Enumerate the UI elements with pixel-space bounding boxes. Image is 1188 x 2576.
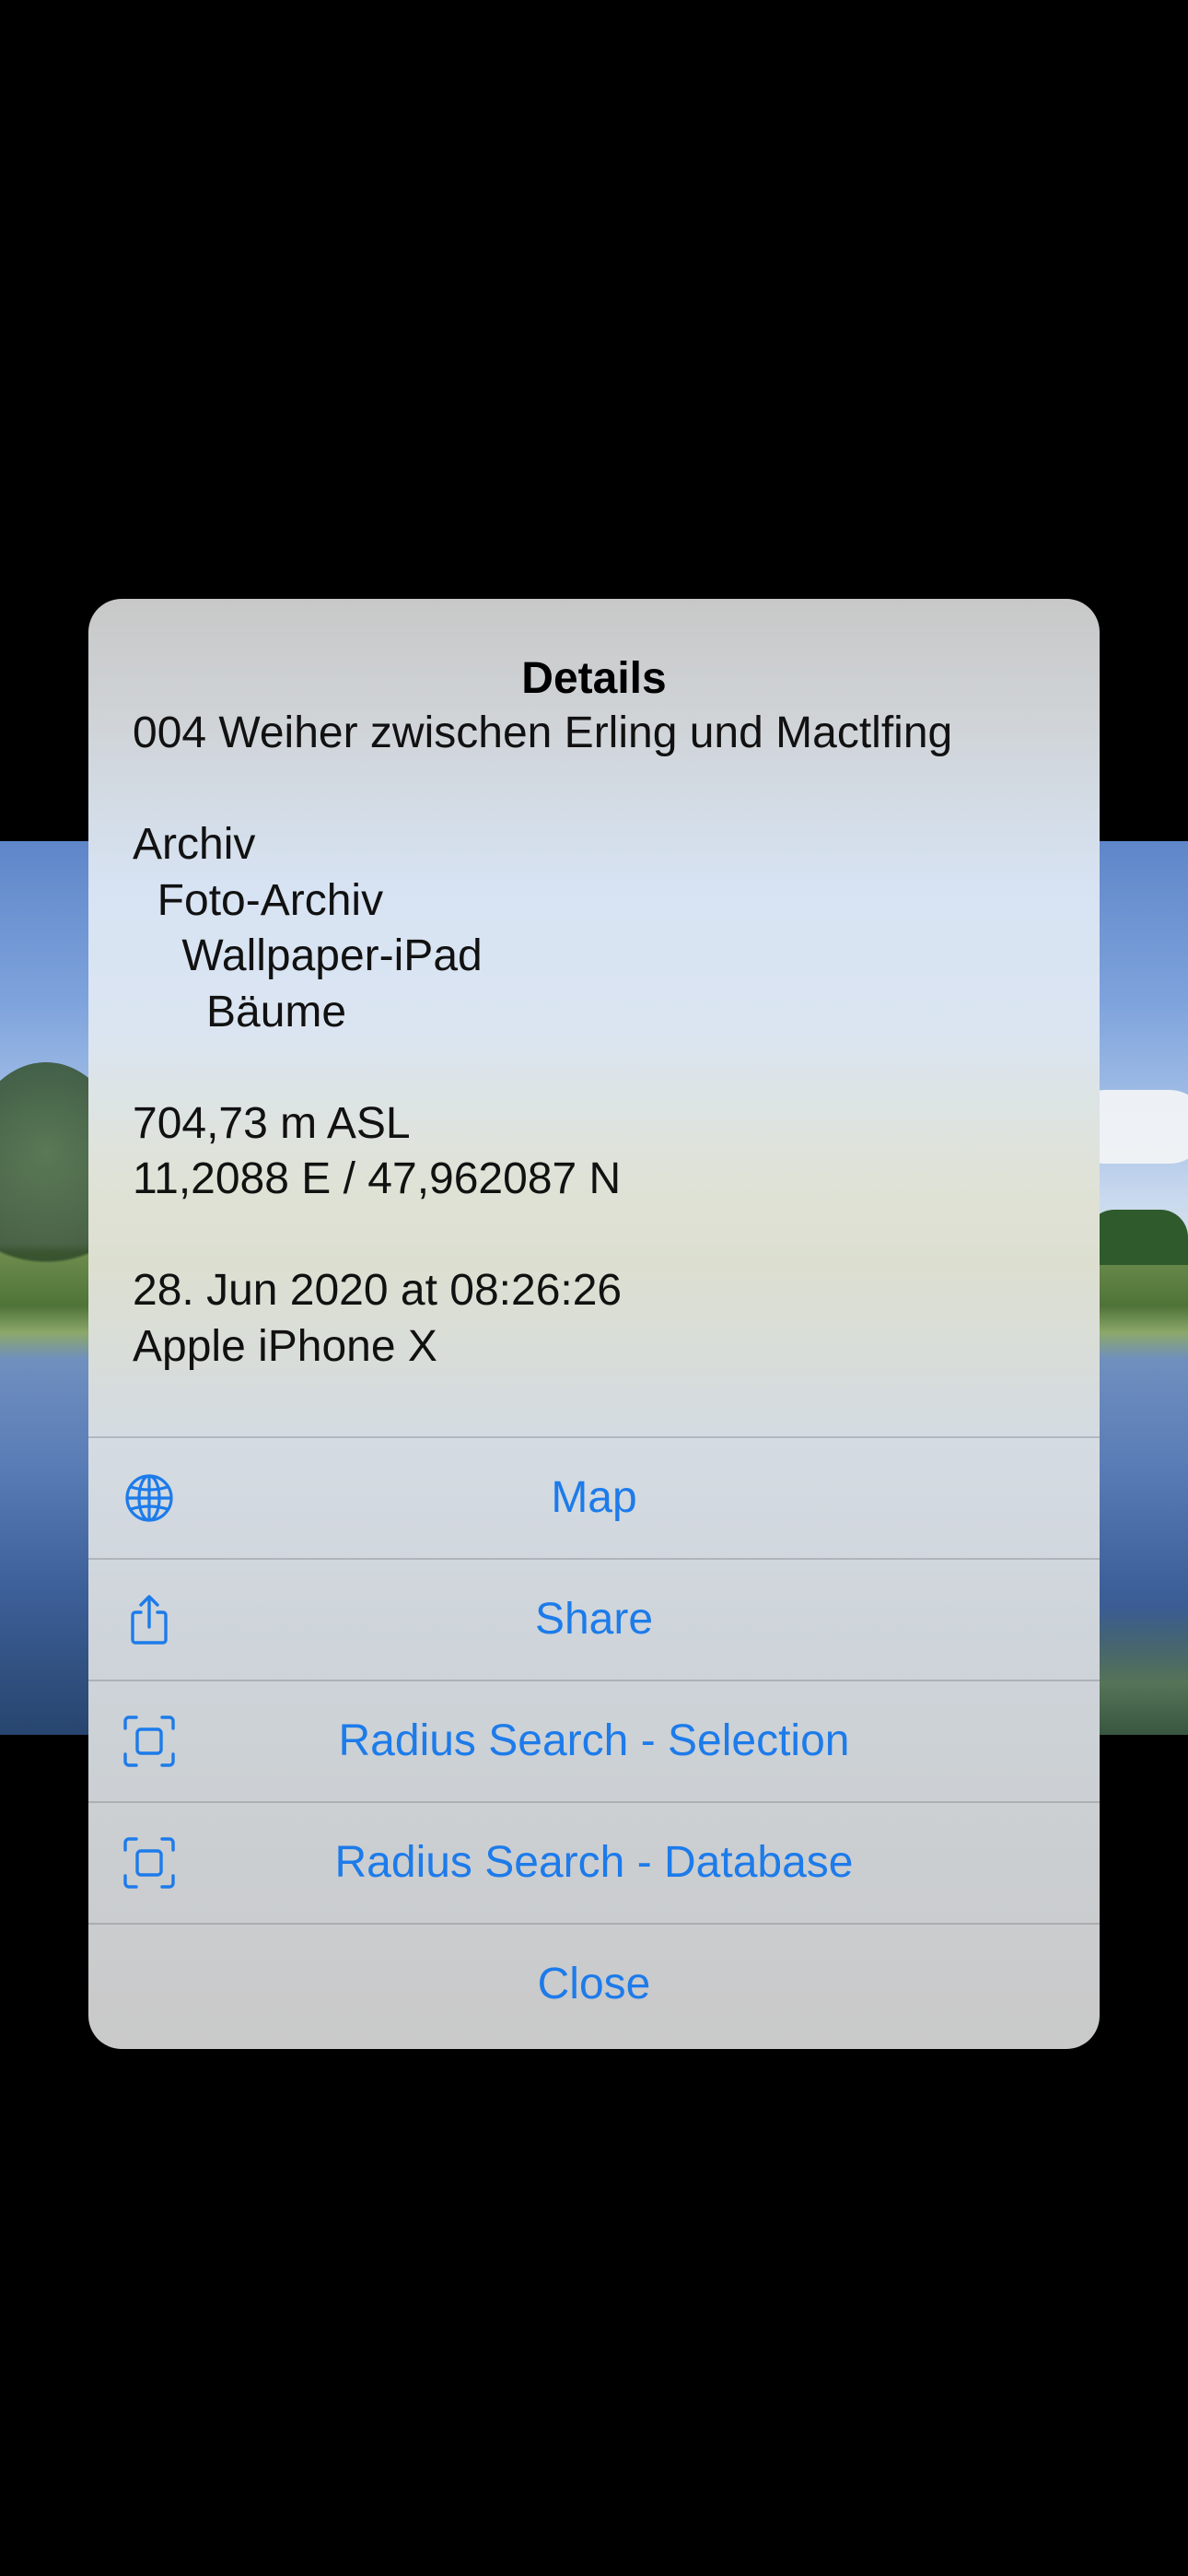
radius-search-database-label: Radius Search - Database bbox=[334, 1838, 854, 1887]
photo-treeline bbox=[1087, 1210, 1188, 1265]
map-button-label: Map bbox=[551, 1473, 637, 1522]
details-alert: Details 004 Weiher zwischen Erling und M… bbox=[88, 599, 1100, 2049]
photo-name: 004 Weiher zwischen Erling und Mactlfing bbox=[133, 708, 953, 757]
share-button[interactable]: Share bbox=[88, 1558, 1100, 1680]
folder-path-level-3: Wallpaper-iPad bbox=[133, 931, 483, 980]
map-button[interactable]: Map bbox=[88, 1436, 1100, 1558]
viewfinder-icon bbox=[122, 1714, 177, 1769]
altitude: 704,73 m ASL bbox=[133, 1098, 411, 1148]
radius-search-database-button[interactable]: Radius Search - Database bbox=[88, 1801, 1100, 1923]
globe-icon bbox=[122, 1470, 177, 1526]
viewfinder-icon bbox=[122, 1835, 177, 1891]
close-button-label: Close bbox=[537, 1960, 651, 2008]
alert-message: 004 Weiher zwischen Erling und Mactlfing… bbox=[133, 706, 1055, 1375]
radius-search-selection-button[interactable]: Radius Search - Selection bbox=[88, 1680, 1100, 1801]
coordinates: 11,2088 E / 47,962087 N bbox=[133, 1154, 622, 1203]
photo-grass bbox=[1096, 1606, 1188, 1735]
share-icon bbox=[122, 1592, 177, 1647]
radius-search-selection-label: Radius Search - Selection bbox=[338, 1716, 850, 1765]
alert-title: Details bbox=[521, 654, 667, 703]
capture-date: 28. Jun 2020 at 08:26:26 bbox=[133, 1266, 623, 1315]
close-button[interactable]: Close bbox=[88, 1923, 1100, 2044]
camera-model: Apple iPhone X bbox=[133, 1321, 437, 1371]
folder-path-level-2: Foto-Archiv bbox=[133, 875, 384, 925]
folder-path-level-4: Bäume bbox=[133, 987, 347, 1036]
alert-actions: Map Share Radius Search - Selection Radi… bbox=[88, 1436, 1100, 2044]
folder-path-level-1: Archiv bbox=[133, 820, 256, 869]
screen: Details 004 Weiher zwischen Erling und M… bbox=[0, 0, 1188, 2576]
share-button-label: Share bbox=[534, 1595, 654, 1644]
alert-header: Details 004 Weiher zwischen Erling und M… bbox=[88, 599, 1100, 1437]
